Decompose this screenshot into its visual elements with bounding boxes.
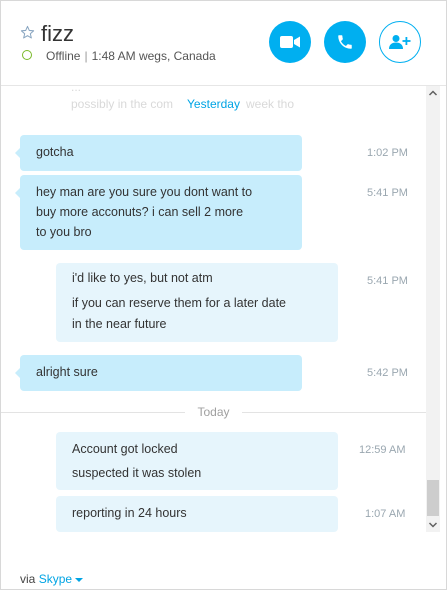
bubble-tail [15, 188, 20, 198]
date-divider-yesterday: Yesterday [1, 94, 426, 114]
scroll-down-arrow-icon[interactable] [426, 518, 440, 532]
date-divider-today: Today [1, 402, 426, 422]
message-timestamp: 12:59 AM [359, 444, 406, 456]
message-text: to you bro [36, 225, 92, 239]
message-bubble-outgoing[interactable]: hey man are you sure you dont want to bu… [15, 175, 302, 250]
message-text: suspected it was stolen [72, 466, 202, 480]
message-text: reporting in 24 hours [72, 506, 187, 520]
scroll-thumb[interactable] [427, 480, 439, 516]
previous-message-preview: ... [71, 86, 82, 94]
message-timestamp: 1:02 PM [367, 147, 408, 159]
message-timestamp: 5:42 PM [367, 367, 408, 379]
message-text: gotcha [36, 145, 74, 159]
message-bubble-incoming[interactable]: Account got locked suspected it was stol… [56, 432, 338, 490]
audio-call-button[interactable] [324, 21, 366, 63]
message-text: alright sure [36, 365, 98, 379]
via-label: via [20, 572, 36, 586]
date-label: Yesterday [187, 97, 240, 111]
add-contact-icon [389, 35, 411, 49]
conversation-header: fizz Offline | 1:48 AM wegs, Canada [1, 1, 446, 86]
message-bubble-outgoing[interactable]: alright sure [15, 355, 302, 391]
status-separator: | [84, 49, 88, 63]
bubble-tail [15, 368, 20, 378]
bubble-tail [15, 148, 20, 158]
message-text: i'd like to yes, but not atm [72, 271, 213, 285]
status-line: Offline | 1:48 AM wegs, Canada [46, 49, 216, 63]
service-dropdown[interactable]: Skype [38, 572, 84, 586]
message-text: if you can reserve them for a later date [72, 296, 286, 310]
message-timestamp: 5:41 PM [367, 275, 408, 287]
message-bubble-outgoing[interactable]: gotcha [15, 135, 302, 171]
chevron-down-icon [75, 577, 84, 582]
message-text: hey man are you sure you dont want to [36, 185, 253, 199]
date-label: Today [185, 402, 242, 422]
message-timestamp: 5:41 PM [367, 187, 408, 199]
status-text: Offline [46, 49, 81, 63]
local-time-text: 1:48 AM wegs, Canada [91, 49, 216, 63]
presence-status-icon [22, 50, 32, 60]
message-text: buy more acconuts? i can sell 2 more [36, 205, 244, 219]
service-selector: via Skype [20, 572, 84, 586]
message-bubble-incoming[interactable]: reporting in 24 hours [56, 496, 338, 532]
message-text: Account got locked [72, 442, 178, 456]
add-people-button[interactable] [379, 21, 421, 63]
message-timestamp: 1:07 AM [365, 508, 406, 520]
star-outline-icon[interactable] [20, 25, 35, 40]
contact-name[interactable]: fizz [41, 21, 74, 47]
conversation-scrollbar[interactable] [426, 86, 440, 532]
conversation-history[interactable]: ... possibly in the com week tho Yesterd… [1, 86, 426, 542]
phone-icon [338, 35, 352, 49]
video-camera-icon [280, 36, 300, 48]
video-call-button[interactable] [269, 21, 311, 63]
scroll-up-arrow-icon[interactable] [426, 86, 440, 100]
message-text: in the near future [72, 317, 167, 331]
message-bubble-incoming[interactable]: i'd like to yes, but not atm if you can … [56, 263, 338, 342]
chat-window: fizz Offline | 1:48 AM wegs, Canada ... … [0, 0, 447, 590]
service-name: Skype [38, 572, 73, 586]
